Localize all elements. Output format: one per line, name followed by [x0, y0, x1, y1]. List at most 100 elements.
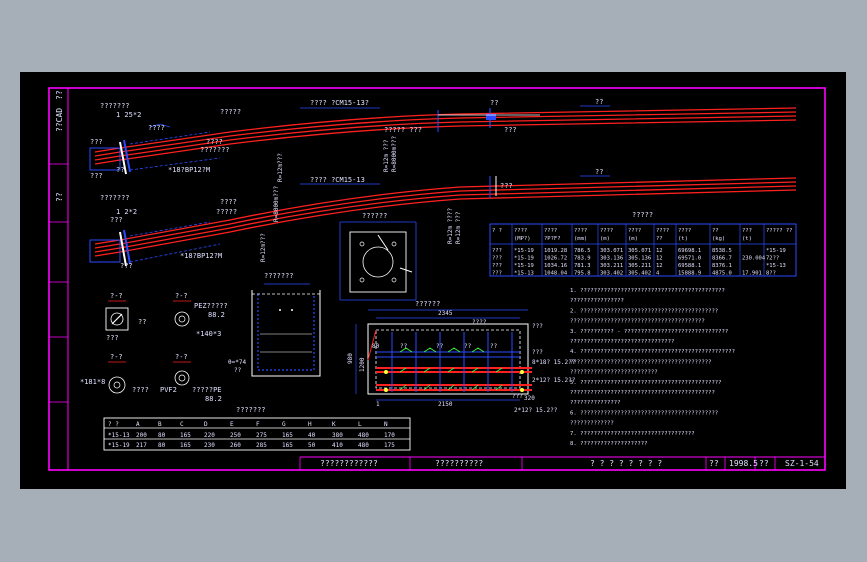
bottom-table-header: E: [230, 421, 234, 428]
radius-label-4: R=12m???: [260, 233, 267, 262]
top-table-cell: ???: [492, 263, 502, 269]
top-table-cell: 8366.7: [712, 256, 732, 262]
title-block-label-1: ??: [709, 459, 719, 468]
top-label-7: ???? ?CM15-13?: [310, 99, 369, 107]
top-table-header: ???: [742, 228, 752, 234]
section-details: [105, 300, 191, 394]
plan-label-9: 2*12? 15.2??: [514, 407, 558, 414]
bottom-table-header: ? ?: [108, 421, 119, 428]
top-table-unit: (m): [628, 236, 638, 242]
bottom-table-header: N: [384, 421, 388, 428]
bottom-table-cells: ? ? A B C D E F G H K L N *15-13 200 80 165 220 250 275 165…: [108, 421, 395, 449]
top-table-cell: 305.402: [628, 271, 651, 277]
note-line: 6. ?????????????????????????????????????…: [570, 410, 718, 416]
anchor-plate-detail: [339, 221, 417, 301]
top-table-header: ????: [574, 228, 587, 234]
plan-dim-1: 2345: [438, 310, 453, 317]
cable-elevation-top: [89, 105, 797, 175]
top-label-12: ??: [116, 166, 124, 174]
box-section-detail: [251, 283, 321, 377]
note-line: ????????????????????????????????????????: [570, 319, 705, 325]
top-table-cell: 305.211: [628, 263, 651, 269]
bottom-table-header: F: [256, 421, 260, 428]
mid-label-4: ?????: [216, 208, 237, 216]
side-title-2: ??: [55, 192, 64, 202]
radius-label-5: R=12m ????: [447, 207, 454, 244]
title-block-name-2: ??????????: [435, 459, 483, 468]
bottom-table-header: G: [282, 421, 286, 428]
section-1-title: ?-?: [110, 292, 123, 300]
bottom-table-cell: *15-19: [108, 442, 130, 449]
top-table-cells: ? ??????????????????????????????????????…: [492, 228, 793, 277]
top-table-unit: (t): [742, 236, 752, 242]
title-block-name-1: ????????????: [320, 459, 378, 468]
bottom-table-cell: 165: [282, 442, 293, 449]
bottom-table-cell: *15-13: [108, 432, 130, 439]
note-line: ????????????????????????????????????????…: [570, 390, 715, 396]
top-table-cell: 12: [656, 256, 663, 262]
top-table-title: ?????: [632, 211, 653, 219]
note-line: 3. ?????????? - ????????????????????????…: [570, 329, 728, 335]
side-title-1: ??CAD: [55, 108, 64, 132]
bottom-table-cell: 165: [180, 432, 191, 439]
top-table-cell: ???: [492, 271, 502, 277]
top-table-cell: 1019.28: [544, 248, 567, 254]
section-2-note-c: *140*3: [196, 330, 221, 338]
cad-drawing: ??CAD ?? ?? ???????????? ?????????? ? ? …: [48, 87, 826, 471]
top-table-header: ????: [514, 228, 527, 234]
top-label-3: ?????: [220, 108, 241, 116]
note-line: ???????????????: [570, 400, 621, 406]
bottom-table-cell: 230: [204, 442, 215, 449]
bottom-table-header: D: [204, 421, 208, 428]
radius-label-7: R=8000m???: [273, 185, 280, 222]
section-4-note-c: 88.2: [205, 395, 222, 403]
radius-label-2: R=12m ???: [383, 139, 390, 172]
top-label-5: ????: [206, 138, 223, 146]
top-table-cell: 4875.0: [712, 271, 732, 277]
top-table-cell: *15-19: [514, 256, 534, 262]
top-label-6: ???????: [200, 146, 230, 154]
section-2-note-a: PEZ?????: [194, 302, 228, 310]
top-label-14: ???: [90, 138, 103, 146]
top-table-cell: 303.402: [600, 271, 623, 277]
top-table-cell: *15-19: [514, 263, 534, 269]
section-3-note-a: *181*8: [80, 378, 105, 386]
top-table-cell: 8538.5: [712, 248, 732, 254]
bottom-table-cell: 200: [136, 432, 147, 439]
anchor-block-plan: [355, 309, 532, 401]
top-table-cell: 1026.72: [544, 256, 567, 262]
plan-label-5: ??: [490, 343, 498, 350]
top-table-unit: (mm): [574, 236, 587, 242]
section-2-title: ?-?: [175, 292, 188, 300]
note-line: ?????????????: [570, 421, 614, 427]
top-table-cell: 305.136: [628, 256, 651, 262]
top-table-header: ? ?: [492, 228, 502, 234]
title-block-blank: ? ? ? ? ? ? ? ?: [590, 459, 662, 468]
bottom-table-cell: 165: [282, 432, 293, 439]
plan-label-13: ???: [512, 393, 523, 400]
bottom-table-cell: 480: [358, 432, 369, 439]
mid-label-10: ??: [595, 168, 603, 176]
section-4-note-a: PVF2: [160, 386, 177, 394]
note-line: ????????????????????????????????????????…: [570, 359, 711, 365]
top-table-cell: 303.071: [600, 248, 623, 254]
drawing-sheet: ??CAD ?? ?? ???????????? ?????????? ? ? …: [20, 72, 846, 489]
bottom-table-cell: 80: [158, 432, 166, 439]
bottom-table-header: B: [158, 421, 162, 428]
top-table-cell: 69588.1: [678, 263, 701, 269]
title-block-code: SZ-1-54: [785, 459, 819, 468]
radius-label-6: R=12m ???: [455, 211, 462, 244]
top-label-15: ??: [595, 98, 603, 106]
section-2-note-b: 88.2: [208, 311, 225, 319]
top-table-cell: 17.901: [742, 271, 762, 277]
bottom-table-cell: 175: [384, 442, 395, 449]
top-table-unit: ??: [656, 236, 663, 242]
mid-label-6: ???: [500, 182, 513, 190]
top-table-header: ????: [600, 228, 613, 234]
bottom-table-header: H: [308, 421, 312, 428]
top-table-cell: 72??: [766, 256, 779, 262]
section-3-note-b: ????: [132, 386, 149, 394]
top-table-cell: 230.004: [742, 256, 766, 262]
top-table-cell: 8??: [766, 271, 776, 277]
mid-label-9: ???: [120, 262, 133, 270]
